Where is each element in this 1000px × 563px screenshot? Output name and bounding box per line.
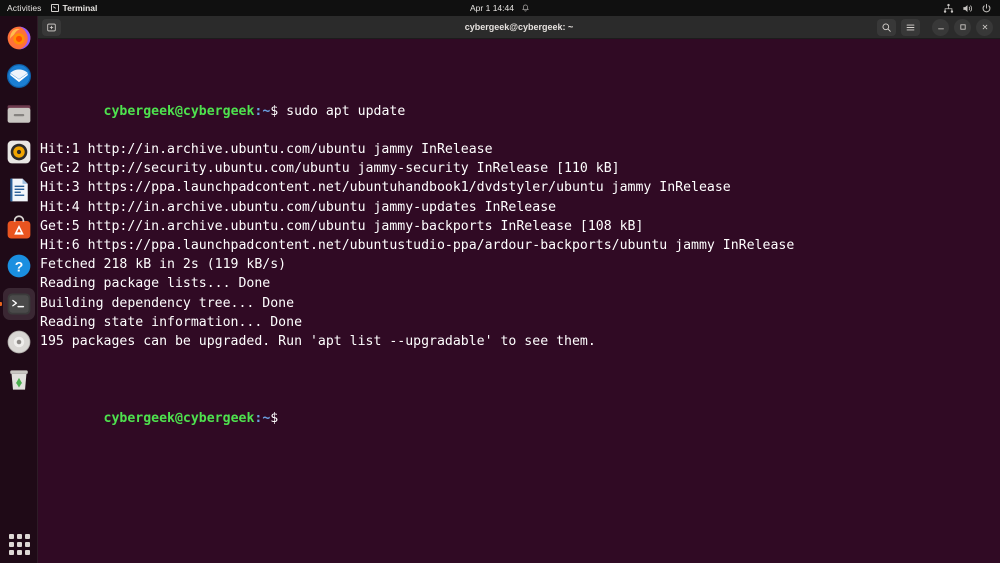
terminal-output-line: Get:2 http://security.ubuntu.com/ubuntu … bbox=[40, 161, 620, 177]
dock-item-libreoffice-writer[interactable] bbox=[3, 174, 35, 206]
ubuntu-dock: ? bbox=[0, 16, 38, 563]
ubuntu-software-icon bbox=[7, 215, 30, 239]
rhythmbox-icon bbox=[7, 140, 30, 164]
terminal-output-area[interactable]: cybergeek@cybergeek:~$ sudo apt update H… bbox=[38, 39, 1000, 563]
terminal-output-line: Reading package lists... Done bbox=[40, 276, 271, 292]
show-applications-button[interactable] bbox=[0, 533, 38, 555]
dock-item-files[interactable] bbox=[3, 98, 35, 130]
activities-button[interactable]: Activities bbox=[0, 3, 51, 13]
menu-button[interactable] bbox=[901, 18, 920, 36]
prompt-user-final: cybergeek@cybergeek bbox=[103, 410, 255, 426]
terminal-command-line: cybergeek@cybergeek:~$ sudo apt update bbox=[40, 82, 1000, 119]
prompt-path-final: :~ bbox=[254, 410, 271, 426]
prompt-path: :~ bbox=[254, 103, 271, 119]
minimize-button[interactable] bbox=[932, 18, 949, 36]
terminal-titlebar: cybergeek@cybergeek: ~ bbox=[38, 16, 1000, 39]
prompt-symbol-final: $ bbox=[270, 410, 287, 426]
terminal-output-line: Building dependency tree... Done bbox=[40, 295, 295, 311]
close-icon bbox=[982, 24, 987, 30]
dock-item-ubuntu-software[interactable] bbox=[3, 212, 35, 244]
help-icon: ? bbox=[7, 254, 30, 278]
network-icon bbox=[943, 3, 954, 13]
dock-item-rhythmbox[interactable] bbox=[3, 136, 35, 168]
terminal-output-line: Hit:4 http://in.archive.ubuntu.com/ubunt… bbox=[40, 199, 557, 215]
dock-item-thunderbird[interactable] bbox=[3, 60, 35, 92]
new-tab-button[interactable] bbox=[42, 18, 61, 36]
trash-icon bbox=[9, 370, 28, 390]
clock-label: Apr 1 14:44 bbox=[470, 3, 514, 13]
terminal-output-line: Reading state information... Done bbox=[40, 314, 303, 330]
dock-item-help[interactable]: ? bbox=[3, 250, 35, 282]
system-tray[interactable] bbox=[943, 0, 992, 16]
new-tab-icon bbox=[47, 23, 56, 31]
bell-icon bbox=[522, 4, 529, 11]
desktop-screen: Activities Terminal Apr 1 14:44 ? cyberg… bbox=[0, 0, 1000, 563]
maximize-icon bbox=[959, 24, 966, 30]
window-title: cybergeek@cybergeek: ~ bbox=[464, 22, 574, 32]
volume-icon bbox=[963, 4, 973, 12]
dock-item-terminal[interactable] bbox=[2, 288, 35, 320]
hamburger-icon bbox=[906, 24, 915, 30]
terminal-prompt-line: cybergeek@cybergeek:~$ bbox=[40, 389, 1000, 426]
svg-text:?: ? bbox=[14, 258, 23, 274]
prompt-symbol: $ bbox=[270, 103, 287, 119]
files-icon bbox=[7, 105, 30, 123]
active-app-name: Terminal bbox=[62, 3, 98, 13]
libreoffice-writer-icon bbox=[9, 178, 28, 202]
terminal-app-icon bbox=[7, 293, 30, 315]
disk-icon bbox=[7, 330, 30, 354]
active-app-menu[interactable]: Terminal bbox=[50, 3, 98, 13]
terminal-icon bbox=[50, 4, 59, 12]
dock-item-disk-image[interactable] bbox=[3, 326, 35, 358]
maximize-button[interactable] bbox=[954, 18, 971, 36]
terminal-output-line: 195 packages can be upgraded. Run 'apt l… bbox=[40, 333, 596, 349]
terminal-output-line: Hit:6 https://ppa.launchpadcontent.net/u… bbox=[40, 237, 795, 253]
thunderbird-icon bbox=[6, 63, 31, 89]
minimize-icon bbox=[937, 28, 944, 30]
terminal-output-line: Get:5 http://in.archive.ubuntu.com/ubunt… bbox=[40, 218, 644, 234]
terminal-output-line: Fetched 218 kB in 2s (119 kB/s) bbox=[40, 257, 287, 273]
gnome-top-bar: Activities Terminal Apr 1 14:44 bbox=[0, 0, 1000, 16]
terminal-output-line: Hit:3 https://ppa.launchpadcontent.net/u… bbox=[40, 180, 731, 196]
dock-item-trash[interactable] bbox=[3, 364, 35, 396]
terminal-window: cybergeek@cybergeek: ~ cybergeek@cyberge… bbox=[38, 16, 1000, 563]
clock-menu[interactable]: Apr 1 14:44 bbox=[420, 3, 580, 13]
search-button[interactable] bbox=[877, 18, 896, 36]
close-button[interactable] bbox=[976, 18, 993, 36]
firefox-icon bbox=[7, 26, 30, 50]
dock-item-firefox[interactable] bbox=[3, 22, 35, 54]
terminal-output-line: Hit:1 http://in.archive.ubuntu.com/ubunt… bbox=[40, 142, 493, 157]
power-icon bbox=[982, 3, 991, 12]
terminal-output-lines: Hit:1 http://in.archive.ubuntu.com/ubunt… bbox=[40, 140, 1000, 351]
terminal-command: sudo apt update bbox=[286, 103, 406, 119]
titlebar-controls bbox=[877, 18, 996, 36]
search-icon bbox=[882, 22, 891, 32]
prompt-user: cybergeek@cybergeek bbox=[103, 103, 255, 119]
apps-grid-icon bbox=[8, 533, 30, 555]
